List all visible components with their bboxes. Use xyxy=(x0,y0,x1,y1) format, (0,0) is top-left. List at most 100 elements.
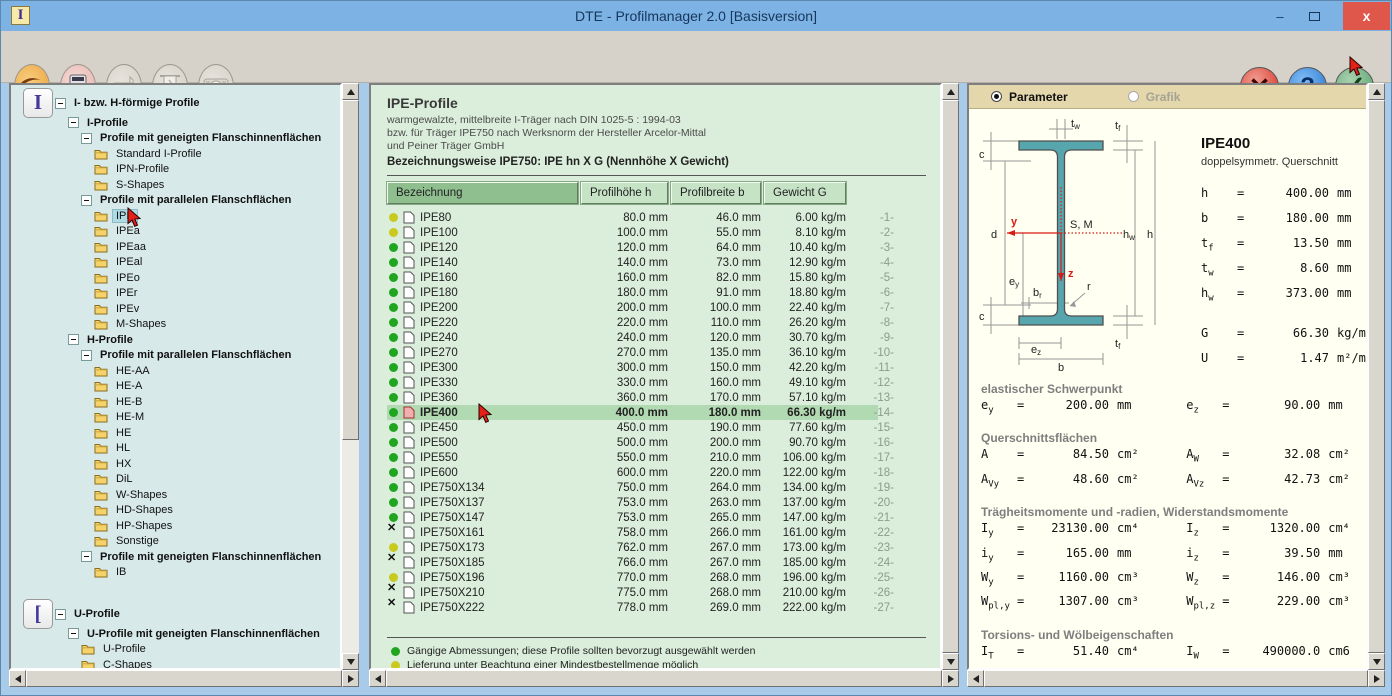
tree-item[interactable]: M-Shapes xyxy=(11,317,340,333)
profile-row[interactable]: IPE450 450.0 mm 190.0 mm 77.60 kg/m -15- xyxy=(387,420,926,435)
profile-row[interactable]: IPE80 80.0 mm 46.0 mm 6.00 kg/m -1- xyxy=(387,210,926,225)
profile-row[interactable]: IPE180 180.0 mm 91.0 mm 18.80 kg/m -6- xyxy=(387,285,926,300)
tree-item[interactable]: Profile mit parallelen Flanschflächen xyxy=(11,193,340,209)
tree-item[interactable]: IPEa xyxy=(11,224,340,240)
profile-row[interactable]: IPE750X196 770.0 mm 268.0 mm 196.00 kg/m… xyxy=(387,570,926,585)
profile-row[interactable]: IPE750X147 753.0 mm 265.0 mm 147.00 kg/m… xyxy=(387,510,926,525)
collapse-expander-icon[interactable] xyxy=(55,609,66,620)
tree-item[interactable]: S-Shapes xyxy=(11,177,340,193)
profile-row[interactable]: IPE200 200.0 mm 100.0 mm 22.40 kg/m -7- xyxy=(387,300,926,315)
tree-item[interactable]: IB xyxy=(11,565,340,581)
tree-item[interactable]: IPEal xyxy=(11,255,340,271)
minimize-button[interactable]: – xyxy=(1265,1,1295,31)
profile-row[interactable]: IPE750X161 758.0 mm 266.0 mm 161.00 kg/m… xyxy=(387,525,926,540)
profile-row[interactable]: IPE750X210 775.0 mm 268.0 mm 210.00 kg/m… xyxy=(387,585,926,600)
scroll-up-arrow[interactable] xyxy=(1368,83,1385,100)
tree-item[interactable]: Standard I-Profile xyxy=(11,146,340,162)
profile-row[interactable]: IPE750X134 750.0 mm 264.0 mm 134.00 kg/m… xyxy=(387,480,926,495)
collapse-expander-icon[interactable] xyxy=(68,117,79,128)
collapse-expander-icon[interactable] xyxy=(68,334,79,345)
tree-item[interactable]: IPE xyxy=(11,208,340,224)
scroll-thumb[interactable] xyxy=(1368,100,1385,653)
scroll-up-arrow[interactable] xyxy=(942,83,959,100)
profile-row[interactable]: IPE550 550.0 mm 210.0 mm 106.00 kg/m -17… xyxy=(387,450,926,465)
tree-item[interactable]: HE-B xyxy=(11,394,340,410)
tree-item[interactable]: IPEo xyxy=(11,270,340,286)
scroll-left-arrow[interactable] xyxy=(967,670,984,687)
tree-item[interactable]: Profile mit parallelen Flanschflächen xyxy=(11,348,340,364)
profile-row[interactable]: IPE750X222 778.0 mm 269.0 mm 222.00 kg/m… xyxy=(387,600,926,615)
tree-item[interactable]: H-Profile xyxy=(11,332,340,348)
profile-row[interactable]: IPE120 120.0 mm 64.0 mm 10.40 kg/m -3- xyxy=(387,240,926,255)
collapse-expander-icon[interactable] xyxy=(55,98,66,109)
tree-item[interactable]: IPEaa xyxy=(11,239,340,255)
collapse-expander-icon[interactable] xyxy=(81,133,92,144)
scroll-right-arrow[interactable] xyxy=(942,670,959,687)
tree-item[interactable]: IPEr xyxy=(11,286,340,302)
tree-vertical-scrollbar[interactable] xyxy=(342,83,359,670)
tree-item[interactable]: W-Shapes xyxy=(11,487,340,503)
column-header-profilhoehe[interactable]: Profilhöhe h xyxy=(581,182,668,204)
radio-parameter[interactable] xyxy=(991,91,1002,102)
tree-item[interactable]: C-Shapes xyxy=(11,657,340,670)
scroll-left-arrow[interactable] xyxy=(9,670,26,687)
scroll-down-arrow[interactable] xyxy=(342,653,359,670)
scroll-right-arrow[interactable] xyxy=(1368,670,1385,687)
collapse-expander-icon[interactable] xyxy=(81,195,92,206)
parameter-vertical-scrollbar[interactable] xyxy=(1368,83,1385,670)
column-header-gewicht[interactable]: Gewicht G xyxy=(764,182,846,204)
collapse-expander-icon[interactable] xyxy=(81,551,92,562)
scroll-thumb[interactable] xyxy=(942,100,959,653)
tab-parameter-label[interactable]: Parameter xyxy=(1009,90,1068,104)
collapse-expander-icon[interactable] xyxy=(81,350,92,361)
profile-row[interactable]: IPE100 100.0 mm 55.0 mm 8.10 kg/m -2- xyxy=(387,225,926,240)
scroll-right-arrow[interactable] xyxy=(342,670,359,687)
maximize-button[interactable] xyxy=(1299,1,1329,31)
tree-item[interactable]: Sonstige xyxy=(11,534,340,550)
profile-row[interactable]: IPE140 140.0 mm 73.0 mm 12.90 kg/m -4- xyxy=(387,255,926,270)
profile-row[interactable]: IPE160 160.0 mm 82.0 mm 15.80 kg/m -5- xyxy=(387,270,926,285)
scroll-thumb[interactable] xyxy=(342,100,359,440)
tree-item[interactable]: U-Profile xyxy=(11,642,340,658)
column-header-profilbreite[interactable]: Profilbreite b xyxy=(671,182,761,204)
close-button[interactable]: x xyxy=(1343,2,1390,30)
profile-row[interactable]: IPE220 220.0 mm 110.0 mm 26.20 kg/m -8- xyxy=(387,315,926,330)
tree-item[interactable]: HP-Shapes xyxy=(11,518,340,534)
profile-row[interactable]: IPE360 360.0 mm 170.0 mm 57.10 kg/m -13- xyxy=(387,390,926,405)
profile-row[interactable]: IPE400 400.0 mm 180.0 mm 66.30 kg/m -14- xyxy=(387,405,926,420)
tree-horizontal-scrollbar[interactable] xyxy=(9,670,359,687)
tree-item[interactable]: IPN-Profile xyxy=(11,162,340,178)
tree-item[interactable]: HE xyxy=(11,425,340,441)
scroll-down-arrow[interactable] xyxy=(1368,653,1385,670)
profile-row[interactable]: IPE330 330.0 mm 160.0 mm 49.10 kg/m -12- xyxy=(387,375,926,390)
scroll-left-arrow[interactable] xyxy=(369,670,386,687)
scroll-thumb[interactable] xyxy=(984,670,1368,687)
tree-item[interactable]: IPEv xyxy=(11,301,340,317)
tree-item[interactable]: HD-Shapes xyxy=(11,503,340,519)
profile-row[interactable]: IPE270 270.0 mm 135.0 mm 36.10 kg/m -10- xyxy=(387,345,926,360)
profile-row[interactable]: IPE240 240.0 mm 120.0 mm 30.70 kg/m -9- xyxy=(387,330,926,345)
scroll-thumb[interactable] xyxy=(26,670,342,687)
tree-item[interactable]: HL xyxy=(11,441,340,457)
tree-item[interactable]: Profile mit geneigten Flanschinnenfläche… xyxy=(11,549,340,565)
profile-row[interactable]: IPE750X185 766.0 mm 267.0 mm 185.00 kg/m… xyxy=(387,555,926,570)
tree-item[interactable]: I I- bzw. H-förmige Profile xyxy=(11,91,340,115)
tree-item[interactable]: DiL xyxy=(11,472,340,488)
tree-item[interactable]: U-Profile mit geneigten Flanschinnenfläc… xyxy=(11,626,340,642)
tree-item[interactable]: HX xyxy=(11,456,340,472)
list-horizontal-scrollbar[interactable] xyxy=(369,670,959,687)
collapse-expander-icon[interactable] xyxy=(68,628,79,639)
column-header-bezeichnung[interactable]: Bezeichnung xyxy=(387,182,578,204)
scroll-thumb[interactable] xyxy=(386,670,942,687)
profile-row[interactable]: IPE750X173 762.0 mm 267.0 mm 173.00 kg/m… xyxy=(387,540,926,555)
tree-item[interactable]: HE-A xyxy=(11,379,340,395)
scroll-up-arrow[interactable] xyxy=(342,83,359,100)
tree-item[interactable]: [ U-Profile xyxy=(11,602,340,626)
tree-item[interactable]: HE-AA xyxy=(11,363,340,379)
list-vertical-scrollbar[interactable] xyxy=(942,83,959,670)
tree-item[interactable]: I-Profile xyxy=(11,115,340,131)
profile-row[interactable]: IPE600 600.0 mm 220.0 mm 122.00 kg/m -18… xyxy=(387,465,926,480)
tree-item[interactable]: Profile mit geneigten Flanschinnenfläche… xyxy=(11,131,340,147)
profile-row[interactable]: IPE300 300.0 mm 150.0 mm 42.20 kg/m -11- xyxy=(387,360,926,375)
tree-item[interactable]: HE-M xyxy=(11,410,340,426)
